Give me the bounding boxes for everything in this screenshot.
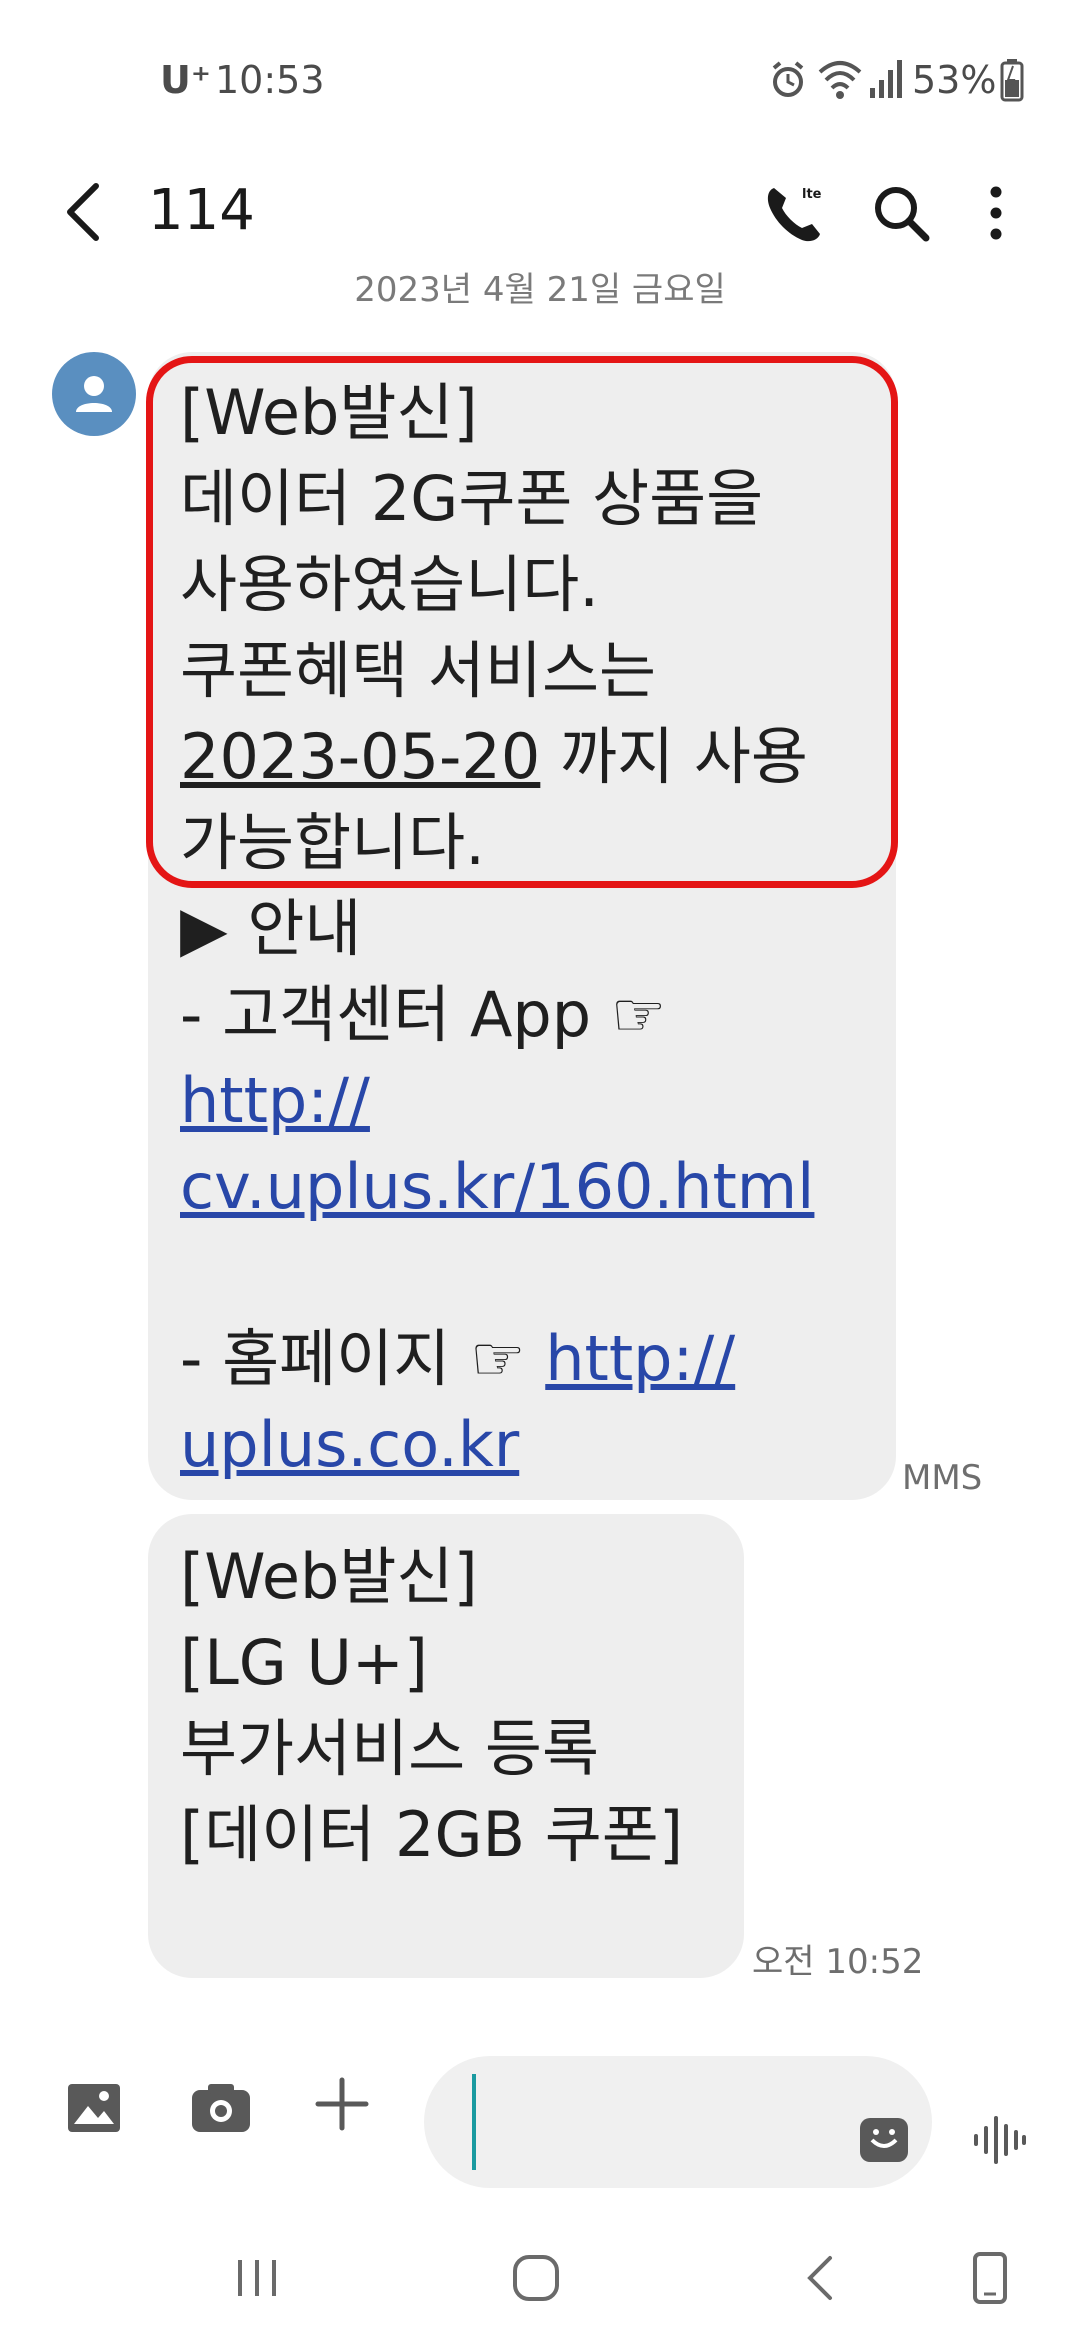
nav-back-icon[interactable] [802,2252,838,2304]
app-link[interactable]: cv.uplus.kr/160.html [180,1144,814,1230]
conversation-title: 114 [148,178,255,243]
message-line: [LG U+] [180,1626,428,1699]
call-icon[interactable]: lte [760,178,830,248]
camera-icon[interactable] [188,2078,254,2138]
voice-icon[interactable] [970,2110,1028,2170]
status-time: 10:53 [215,58,325,102]
homepage-label: - 홈페이지 ☞ [180,1322,546,1395]
guide-heading: ▶ 안내 [180,892,362,965]
back-icon[interactable] [56,172,116,252]
person-icon [76,376,112,412]
homepage-line: - 홈페이지 ☞ http:// [180,1316,735,1402]
highlight-box [146,356,898,888]
alarm-icon [772,61,804,97]
app-line: - 고객센터 App ☞ [180,978,667,1051]
date-divider: 2023년 4월 21일 금요일 [354,270,726,310]
search-icon[interactable] [866,178,936,248]
message-input[interactable] [424,2056,932,2188]
signal-icon [870,60,902,98]
avatar[interactable] [52,352,136,436]
more-icon[interactable] [966,178,1026,248]
recent-apps-icon[interactable] [232,2256,282,2300]
gallery-icon[interactable] [64,2078,124,2138]
wifi-icon [818,61,862,99]
message-line: [데이터 2GB 쿠폰] [180,1798,684,1871]
carrier-label: U⁺ [160,58,211,102]
text-cursor [472,2074,476,2170]
app-link[interactable]: http:// [180,1058,370,1144]
homepage-link[interactable]: http:// [545,1322,735,1395]
homepage-link[interactable]: uplus.co.kr [180,1402,519,1488]
battery-percent: 53% [912,58,997,102]
add-icon[interactable] [310,2072,374,2136]
rotate-icon[interactable] [970,2250,1010,2306]
sticker-icon[interactable] [858,2116,910,2164]
message-line: 부가서비스 등록 [180,1712,599,1785]
mms-label: MMS [902,1458,983,1498]
message-time: 오전 10:52 [752,1942,924,1982]
battery-icon [1000,59,1024,102]
svg-text:lte: lte [802,187,822,202]
home-icon[interactable] [510,2252,562,2304]
message-line: [Web발신] [180,1540,478,1613]
